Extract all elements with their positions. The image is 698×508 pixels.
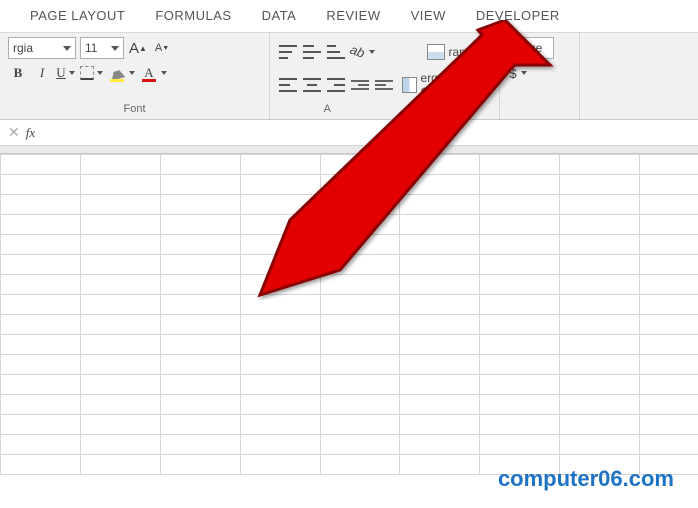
align-top-button[interactable] <box>278 42 298 62</box>
orientation-button[interactable]: ab <box>350 42 376 62</box>
align-right-button[interactable] <box>326 75 346 95</box>
border-icon <box>80 66 94 80</box>
chevron-down-icon <box>111 46 119 51</box>
orientation-icon: ab <box>348 42 369 63</box>
align-bottom-icon <box>327 45 345 59</box>
group-font: rgia 11 A▲ A▼ B I U <box>0 33 270 119</box>
tab-developer[interactable]: DEVELOPER <box>476 8 560 23</box>
tab-review[interactable]: REVIEW <box>326 8 380 23</box>
font-name-value: rgia <box>13 41 33 55</box>
number-format-combo[interactable]: Gene <box>508 37 554 59</box>
ribbon: rgia 11 A▲ A▼ B I U <box>0 32 698 120</box>
borders-button[interactable] <box>80 63 104 83</box>
watermark: computer06.com <box>498 466 674 492</box>
decrease-indent-icon <box>351 80 369 90</box>
align-center-button[interactable] <box>302 75 322 95</box>
separator-bar <box>0 146 698 154</box>
align-left-icon <box>279 78 297 92</box>
fx-icon[interactable]: fx <box>26 125 35 141</box>
decrease-indent-button[interactable] <box>350 75 370 95</box>
tab-data[interactable]: DATA <box>262 8 297 23</box>
align-bottom-button[interactable] <box>326 42 346 62</box>
group-number: Gene $ <box>500 33 580 119</box>
group-alignment: ab rap Text <box>270 33 500 119</box>
font-color-swatch <box>142 79 156 82</box>
align-middle-icon <box>303 45 321 59</box>
spreadsheet-grid[interactable] <box>0 154 698 475</box>
wrap-text-button[interactable]: rap Text <box>427 37 491 67</box>
shrink-font-button[interactable]: A▼ <box>152 38 172 58</box>
align-right-icon <box>327 78 345 92</box>
increase-indent-icon <box>375 80 393 90</box>
fill-color-swatch <box>110 79 124 82</box>
italic-button[interactable]: I <box>32 63 52 83</box>
group-label-alignment: Ament <box>278 103 491 117</box>
font-name-combo[interactable]: rgia <box>8 37 76 59</box>
font-size-value: 11 <box>85 41 97 55</box>
bold-button[interactable]: B <box>8 63 28 83</box>
chevron-down-icon <box>483 83 491 88</box>
formula-bar: ✕ fx <box>0 120 698 146</box>
tab-page-layout[interactable]: PAGE LAYOUT <box>30 8 125 23</box>
increase-indent-button[interactable] <box>374 75 394 95</box>
number-format-value: Gene <box>513 41 542 55</box>
currency-button[interactable]: $ <box>508 63 528 83</box>
currency-icon: $ <box>509 66 516 81</box>
ribbon-tabs: PAGE LAYOUT FORMULAS DATA REVIEW VIEW DE… <box>0 0 698 32</box>
merge-center-button[interactable]: erge & Center <box>402 71 491 99</box>
cell-grid[interactable] <box>0 154 698 475</box>
merge-center-label: erge & Center <box>421 71 479 99</box>
fill-color-button[interactable] <box>108 63 136 83</box>
font-size-combo[interactable]: 11 <box>80 37 124 59</box>
font-color-button[interactable]: A <box>140 63 168 83</box>
align-center-icon <box>303 78 321 92</box>
tab-formulas[interactable]: FORMULAS <box>155 8 231 23</box>
wrap-text-icon <box>427 44 445 60</box>
formula-cancel-icon[interactable]: ✕ <box>8 124 20 141</box>
formula-input[interactable] <box>41 120 698 145</box>
wrap-text-label: rap Text <box>449 45 491 59</box>
underline-button[interactable]: U <box>56 63 76 83</box>
align-top-icon <box>279 45 297 59</box>
grow-font-button[interactable]: A▲ <box>128 38 148 58</box>
chevron-down-icon <box>63 46 71 51</box>
merge-center-icon <box>402 77 417 93</box>
group-label-font: Font <box>8 103 261 117</box>
tab-view[interactable]: VIEW <box>411 8 446 23</box>
align-left-button[interactable] <box>278 75 298 95</box>
align-middle-button[interactable] <box>302 42 322 62</box>
group-label-number <box>508 103 571 117</box>
